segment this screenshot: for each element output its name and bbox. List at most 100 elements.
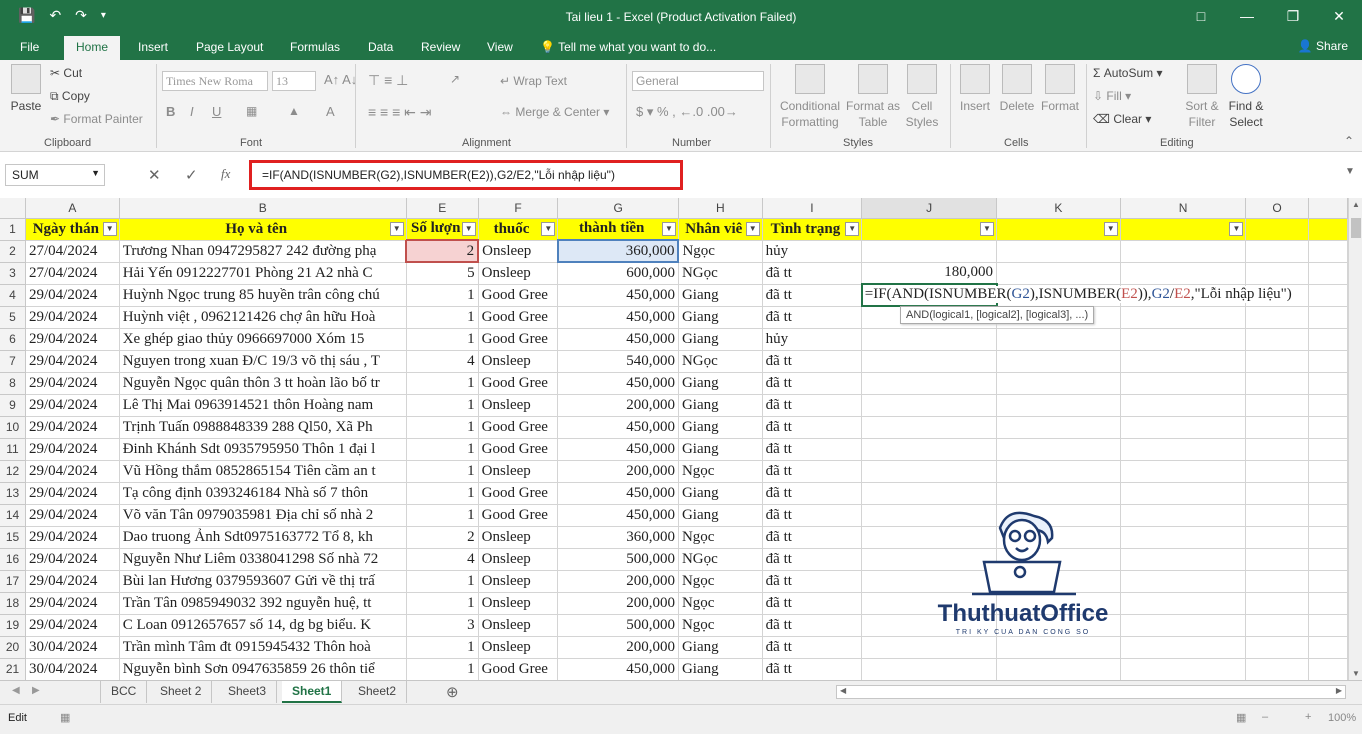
tab-formulas[interactable]: Formulas <box>290 40 340 54</box>
cell-o[interactable] <box>1245 372 1309 395</box>
cell-f[interactable]: Onsleep <box>478 262 559 285</box>
cell-o[interactable] <box>1245 570 1309 593</box>
tab-review[interactable]: Review <box>421 40 460 54</box>
active-edit-cell[interactable]: =IF(AND(ISNUMBER(G2),ISNUMBER(E2)),G2/E2… <box>860 283 1292 307</box>
cell-j[interactable] <box>861 372 997 395</box>
cell-e[interactable]: 1 <box>406 284 479 307</box>
cell-h[interactable]: Giang <box>678 372 763 395</box>
header-cell-name[interactable]: Họ và tên ▼ <box>119 218 407 241</box>
cell-g[interactable]: 450,000 <box>557 372 679 395</box>
cell-o[interactable] <box>1245 306 1309 329</box>
cell-f[interactable]: Good Gree <box>478 504 559 527</box>
cell-j[interactable] <box>861 438 997 461</box>
column-header-j[interactable]: J <box>861 198 997 219</box>
cell-i[interactable]: đã tt <box>762 284 863 307</box>
fill-button[interactable]: ⇩ Fill ▾ <box>1093 89 1131 103</box>
zoom-out-icon[interactable]: – <box>1262 711 1268 723</box>
autosum-button[interactable]: Σ AutoSum ▾ <box>1093 66 1162 80</box>
cell-b[interactable]: Huỳnh Ngọc trung 85 huyền trân công chú <box>119 284 407 307</box>
number-format-select[interactable]: General <box>632 71 764 91</box>
cell-b[interactable]: Trần Tân 0985949032 392 nguyễn huệ, tt <box>119 592 407 615</box>
row-header[interactable]: 16 <box>0 548 27 571</box>
cell-h[interactable]: Ngọc <box>678 570 763 593</box>
cell-b[interactable]: Trương Nhan 0947295827 242 đường phạ <box>119 240 407 263</box>
cell-i[interactable]: đã tt <box>762 350 863 373</box>
cell-i[interactable]: đã tt <box>762 504 863 527</box>
cell-b[interactable]: Đinh Khánh Sdt 0935795950 Thôn 1 đại l <box>119 438 407 461</box>
cell-i[interactable]: đã tt <box>762 416 863 439</box>
cell-e[interactable]: 1 <box>406 504 479 527</box>
cell-g[interactable]: 450,000 <box>557 482 679 505</box>
cell-e[interactable]: 4 <box>406 548 479 571</box>
ribbon-display-options-icon[interactable]: □ <box>1178 0 1224 32</box>
cell-g[interactable]: 600,000 <box>557 262 679 285</box>
align-left-icons[interactable]: ≡ ≡ ≡ ⇤ ⇥ <box>368 104 432 121</box>
cell-f[interactable]: Onsleep <box>478 548 559 571</box>
find-select-button[interactable]: Find & Select <box>1224 64 1268 130</box>
cell-g[interactable]: 360,000 <box>557 526 679 549</box>
cell-b[interactable]: Hải Yến 0912227701 Phòng 21 A2 nhà C <box>119 262 407 285</box>
header-cell-date[interactable]: Ngày thán ▼ <box>25 218 120 241</box>
cell-x[interactable] <box>1308 526 1348 549</box>
row-header[interactable]: 12 <box>0 460 27 483</box>
cell-o[interactable] <box>1245 614 1309 637</box>
cell-x[interactable] <box>1308 460 1348 483</box>
cell-f[interactable]: Good Gree <box>478 482 559 505</box>
filter-dropdown-icon[interactable]: ▼ <box>541 221 556 236</box>
row-header[interactable]: 20 <box>0 636 27 659</box>
tab-page-layout[interactable]: Page Layout <box>196 40 263 54</box>
row-header[interactable]: 1 <box>0 218 27 241</box>
cell-o[interactable] <box>1245 548 1309 571</box>
cell-h[interactable]: Giang <box>678 328 763 351</box>
filter-dropdown-icon[interactable]: ▼ <box>102 221 117 236</box>
cell-x[interactable] <box>1308 372 1348 395</box>
macro-record-icon[interactable]: ▦ <box>60 711 70 724</box>
header-cell-n[interactable]: ▼ <box>1120 218 1247 241</box>
cell-e[interactable]: 1 <box>406 416 479 439</box>
cell-e[interactable]: 1 <box>406 592 479 615</box>
row-header[interactable]: 17 <box>0 570 27 593</box>
row-header[interactable]: 19 <box>0 614 27 637</box>
column-header-k[interactable]: K <box>996 198 1121 219</box>
cell-e[interactable]: 1 <box>406 482 479 505</box>
cell-f[interactable]: Onsleep <box>478 570 559 593</box>
number-format-icons[interactable]: $ ▾ % , ←.0 .00→ <box>636 104 738 120</box>
delete-cells-button[interactable]: Delete <box>996 64 1038 114</box>
cell-g[interactable]: 200,000 <box>557 460 679 483</box>
cell-a[interactable]: 29/04/2024 <box>25 482 120 505</box>
cell-o[interactable] <box>1245 460 1309 483</box>
cell-f[interactable]: Good Gree <box>478 328 559 351</box>
worksheet-grid[interactable]: A B E F G H I J K N O 1 Ngày thán ▼ Họ và… <box>0 198 1348 680</box>
sort-filter-button[interactable]: Sort & Filter <box>1180 64 1224 130</box>
cell-j[interactable]: 180,000 <box>861 262 997 285</box>
cell-g[interactable]: 200,000 <box>557 636 679 659</box>
cell-k[interactable] <box>996 372 1121 395</box>
header-cell-o[interactable] <box>1245 218 1309 241</box>
filter-dropdown-icon[interactable]: ▼ <box>661 221 676 236</box>
cell-a[interactable]: 27/04/2024 <box>25 240 120 263</box>
name-box[interactable]: SUM ▼ <box>5 164 105 186</box>
column-header-i[interactable]: I <box>762 198 863 219</box>
cell-x[interactable] <box>1308 614 1348 637</box>
cell-e[interactable]: 1 <box>406 372 479 395</box>
cell-j[interactable] <box>861 658 997 680</box>
cell-b[interactable]: Trịnh Tuấn 0988848339 288 Ql50, Xã Ph <box>119 416 407 439</box>
cell-x[interactable] <box>1308 482 1348 505</box>
cell-n[interactable] <box>1120 240 1247 263</box>
row-header[interactable]: 2 <box>0 240 27 263</box>
cell-j[interactable] <box>861 394 997 417</box>
cell-h[interactable]: Giang <box>678 504 763 527</box>
bold-button[interactable]: B <box>166 104 175 119</box>
cell-n[interactable] <box>1120 526 1247 549</box>
row-header[interactable]: 13 <box>0 482 27 505</box>
cell-k[interactable] <box>996 262 1121 285</box>
cell-f[interactable]: Onsleep <box>478 592 559 615</box>
cell-b[interactable]: Tạ công định 0393246184 Nhà số 7 thôn <box>119 482 407 505</box>
font-name-select[interactable]: Times New Roma <box>162 71 268 91</box>
cell-f[interactable]: Onsleep <box>478 240 559 263</box>
sheet-tab-sheet3[interactable]: Sheet3 <box>218 681 278 703</box>
cell-o[interactable] <box>1245 592 1309 615</box>
cell-g[interactable]: 450,000 <box>557 658 679 680</box>
wrap-text-button[interactable]: ↵ Wrap Text <box>500 74 567 88</box>
column-header-g[interactable]: G <box>557 198 679 219</box>
